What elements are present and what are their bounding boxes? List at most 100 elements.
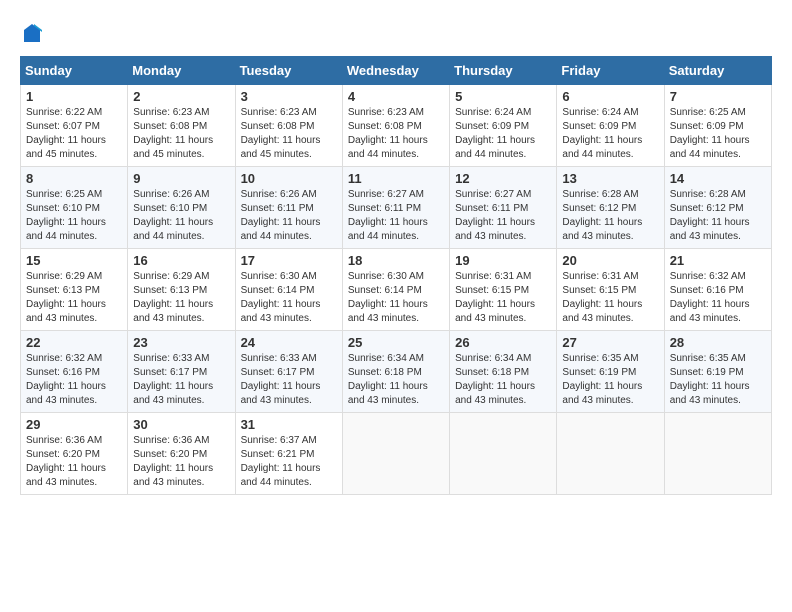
header-friday: Friday: [557, 57, 664, 85]
calendar-cell: 27 Sunrise: 6:35 AM Sunset: 6:19 PM Dayli…: [557, 331, 664, 413]
day-info: Sunrise: 6:28 AM Sunset: 6:12 PM Dayligh…: [670, 188, 766, 244]
day-info: Sunrise: 6:37 AM Sunset: 6:21 PM Dayligh…: [241, 434, 337, 490]
day-number: 1: [26, 89, 122, 104]
calendar-cell: 26 Sunrise: 6:34 AM Sunset: 6:18 PM Dayli…: [450, 331, 557, 413]
header-wednesday: Wednesday: [342, 57, 449, 85]
logo-icon: [20, 22, 44, 46]
calendar-cell: [450, 413, 557, 495]
calendar-cell: 29Sunrise: 6:36 AM Sunset: 6:20 PM Dayli…: [21, 413, 128, 495]
calendar-cell: 7 Sunrise: 6:25 AM Sunset: 6:09 PM Daylig…: [664, 85, 771, 167]
calendar-cell: 25 Sunrise: 6:34 AM Sunset: 6:18 PM Dayli…: [342, 331, 449, 413]
day-number: 3: [241, 89, 337, 104]
day-info: Sunrise: 6:22 AM Sunset: 6:07 PM Dayligh…: [26, 106, 122, 162]
day-number: 29: [26, 417, 122, 432]
calendar-week-row: 29 Sunrise: 6:36 AM Sunset: 6:20 PM Dayli…: [21, 413, 772, 495]
day-info: Sunrise: 6:27 AM Sunset: 6:11 PM Dayligh…: [455, 188, 551, 244]
day-number: 5: [455, 89, 551, 104]
day-info: Sunrise: 6:34 AM Sunset: 6:18 PM Dayligh…: [455, 352, 551, 408]
header-saturday: Saturday: [664, 57, 771, 85]
day-number: 20: [562, 253, 658, 268]
day-number: 2: [133, 89, 229, 104]
day-info: Sunrise: 6:27 AM Sunset: 6:11 PM Dayligh…: [348, 188, 444, 244]
header-sunday: Sunday: [21, 57, 128, 85]
day-info: Sunrise: 6:29 AM Sunset: 6:13 PM Dayligh…: [26, 270, 122, 326]
day-info: Sunrise: 6:30 AM Sunset: 6:14 PM Dayligh…: [241, 270, 337, 326]
calendar-header-row: SundayMondayTuesdayWednesdayThursdayFrid…: [21, 57, 772, 85]
day-number: 6: [562, 89, 658, 104]
calendar-cell: 9 Sunrise: 6:26 AM Sunset: 6:10 PM Daylig…: [128, 167, 235, 249]
day-info: Sunrise: 6:35 AM Sunset: 6:19 PM Dayligh…: [670, 352, 766, 408]
calendar-cell: 14 Sunrise: 6:28 AM Sunset: 6:12 PM Dayli…: [664, 167, 771, 249]
day-number: 7: [670, 89, 766, 104]
calendar-week-row: 1 Sunrise: 6:22 AM Sunset: 6:07 PM Daylig…: [21, 85, 772, 167]
day-number: 28: [670, 335, 766, 350]
day-number: 19: [455, 253, 551, 268]
day-number: 17: [241, 253, 337, 268]
calendar-table: SundayMondayTuesdayWednesdayThursdayFrid…: [20, 56, 772, 495]
day-number: 21: [670, 253, 766, 268]
calendar-week-row: 22 Sunrise: 6:32 AM Sunset: 6:16 PM Dayli…: [21, 331, 772, 413]
calendar-cell: [664, 413, 771, 495]
calendar-cell: 21Sunrise: 6:32 AM Sunset: 6:16 PM Dayli…: [664, 249, 771, 331]
calendar-cell: 2 Sunrise: 6:23 AM Sunset: 6:08 PM Daylig…: [128, 85, 235, 167]
calendar-cell: 1 Sunrise: 6:22 AM Sunset: 6:07 PM Daylig…: [21, 85, 128, 167]
day-info: Sunrise: 6:31 AM Sunset: 6:15 PM Dayligh…: [562, 270, 658, 326]
day-number: 24: [241, 335, 337, 350]
day-info: Sunrise: 6:23 AM Sunset: 6:08 PM Dayligh…: [241, 106, 337, 162]
day-info: Sunrise: 6:28 AM Sunset: 6:12 PM Dayligh…: [562, 188, 658, 244]
day-info: Sunrise: 6:26 AM Sunset: 6:11 PM Dayligh…: [241, 188, 337, 244]
calendar-week-row: 15 Sunrise: 6:29 AM Sunset: 6:13 PM Dayli…: [21, 249, 772, 331]
day-number: 27: [562, 335, 658, 350]
day-info: Sunrise: 6:25 AM Sunset: 6:10 PM Dayligh…: [26, 188, 122, 244]
calendar-cell: 16 Sunrise: 6:29 AM Sunset: 6:13 PM Dayli…: [128, 249, 235, 331]
calendar-cell: 12Sunrise: 6:27 AM Sunset: 6:11 PM Dayli…: [450, 167, 557, 249]
calendar-cell: 13 Sunrise: 6:28 AM Sunset: 6:12 PM Dayli…: [557, 167, 664, 249]
day-number: 15: [26, 253, 122, 268]
day-info: Sunrise: 6:35 AM Sunset: 6:19 PM Dayligh…: [562, 352, 658, 408]
page-header: [20, 20, 772, 46]
day-info: Sunrise: 6:33 AM Sunset: 6:17 PM Dayligh…: [241, 352, 337, 408]
day-number: 9: [133, 171, 229, 186]
calendar-cell: 28 Sunrise: 6:35 AM Sunset: 6:19 PM Dayli…: [664, 331, 771, 413]
day-info: Sunrise: 6:29 AM Sunset: 6:13 PM Dayligh…: [133, 270, 229, 326]
calendar-cell: 24 Sunrise: 6:33 AM Sunset: 6:17 PM Dayli…: [235, 331, 342, 413]
day-number: 25: [348, 335, 444, 350]
calendar-cell: 22 Sunrise: 6:32 AM Sunset: 6:16 PM Dayli…: [21, 331, 128, 413]
day-number: 4: [348, 89, 444, 104]
day-info: Sunrise: 6:24 AM Sunset: 6:09 PM Dayligh…: [455, 106, 551, 162]
day-info: Sunrise: 6:24 AM Sunset: 6:09 PM Dayligh…: [562, 106, 658, 162]
day-number: 26: [455, 335, 551, 350]
calendar-cell: 20 Sunrise: 6:31 AM Sunset: 6:15 PM Dayli…: [557, 249, 664, 331]
day-info: Sunrise: 6:34 AM Sunset: 6:18 PM Dayligh…: [348, 352, 444, 408]
day-number: 10: [241, 171, 337, 186]
calendar-cell: 19Sunrise: 6:31 AM Sunset: 6:15 PM Dayli…: [450, 249, 557, 331]
day-number: 16: [133, 253, 229, 268]
calendar-cell: 30 Sunrise: 6:36 AM Sunset: 6:20 PM Dayli…: [128, 413, 235, 495]
day-number: 31: [241, 417, 337, 432]
calendar-cell: 3 Sunrise: 6:23 AM Sunset: 6:08 PM Daylig…: [235, 85, 342, 167]
day-info: Sunrise: 6:32 AM Sunset: 6:16 PM Dayligh…: [26, 352, 122, 408]
logo: [20, 20, 48, 46]
calendar-cell: 4Sunrise: 6:23 AM Sunset: 6:08 PM Daylig…: [342, 85, 449, 167]
day-number: 14: [670, 171, 766, 186]
calendar-cell: 31 Sunrise: 6:37 AM Sunset: 6:21 PM Dayli…: [235, 413, 342, 495]
day-info: Sunrise: 6:23 AM Sunset: 6:08 PM Dayligh…: [133, 106, 229, 162]
header-thursday: Thursday: [450, 57, 557, 85]
day-info: Sunrise: 6:25 AM Sunset: 6:09 PM Dayligh…: [670, 106, 766, 162]
day-info: Sunrise: 6:30 AM Sunset: 6:14 PM Dayligh…: [348, 270, 444, 326]
calendar-cell: 5 Sunrise: 6:24 AM Sunset: 6:09 PM Daylig…: [450, 85, 557, 167]
day-number: 13: [562, 171, 658, 186]
day-number: 23: [133, 335, 229, 350]
day-info: Sunrise: 6:26 AM Sunset: 6:10 PM Dayligh…: [133, 188, 229, 244]
calendar-cell: 15 Sunrise: 6:29 AM Sunset: 6:13 PM Dayli…: [21, 249, 128, 331]
day-info: Sunrise: 6:36 AM Sunset: 6:20 PM Dayligh…: [133, 434, 229, 490]
calendar-cell: 11Sunrise: 6:27 AM Sunset: 6:11 PM Dayli…: [342, 167, 449, 249]
calendar-cell: 8Sunrise: 6:25 AM Sunset: 6:10 PM Daylig…: [21, 167, 128, 249]
calendar-cell: [557, 413, 664, 495]
day-number: 22: [26, 335, 122, 350]
header-tuesday: Tuesday: [235, 57, 342, 85]
calendar-cell: [342, 413, 449, 495]
calendar-cell: 23Sunrise: 6:33 AM Sunset: 6:17 PM Dayli…: [128, 331, 235, 413]
day-number: 18: [348, 253, 444, 268]
day-number: 30: [133, 417, 229, 432]
